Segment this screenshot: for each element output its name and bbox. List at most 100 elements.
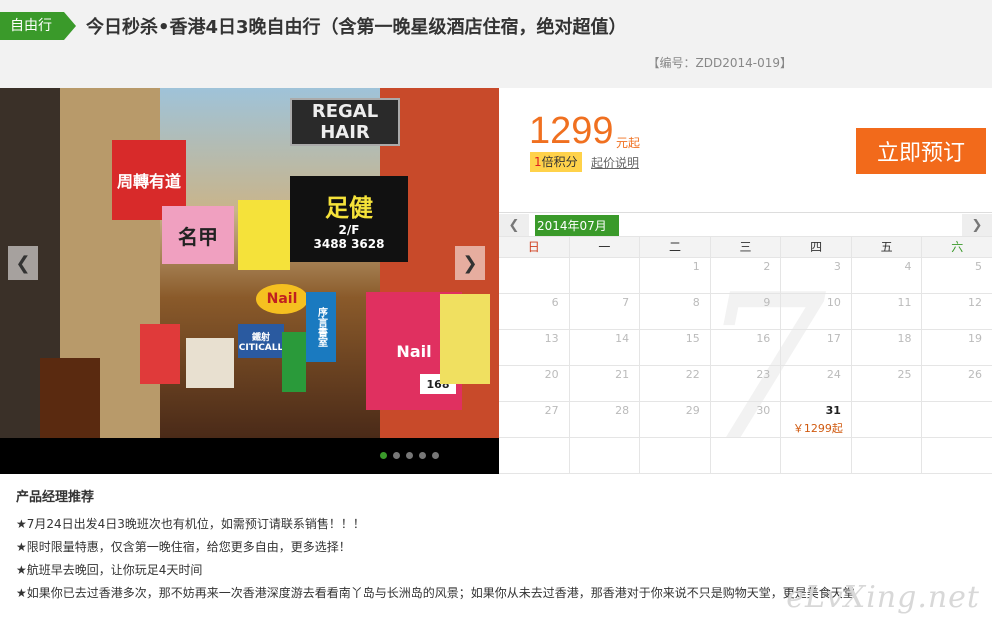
gallery-next-button[interactable]: ❯	[455, 246, 485, 280]
site-watermark: eLvXing.net	[786, 580, 980, 615]
gallery-dot[interactable]	[393, 452, 400, 459]
calendar-day-cell: 16	[709, 330, 781, 365]
calendar-day-number: 22	[685, 368, 700, 381]
calendar-day-number: 12	[968, 296, 983, 309]
price-panel: 1299 元起 1倍积分 起价说明 立即预订	[499, 88, 992, 212]
recommendation-title: 产品经理推荐	[16, 490, 95, 505]
price-note-link[interactable]: 起价说明	[591, 154, 639, 171]
calendar-day-cell: 12	[921, 294, 992, 329]
calendar-day-cell	[921, 402, 992, 437]
calendar-day-cell: 2	[709, 258, 781, 293]
calendar-day-cell: 27	[499, 402, 569, 437]
calendar-day-cell: 9	[709, 294, 781, 329]
calendar-week-row	[499, 438, 992, 474]
calendar-day-number: 20	[544, 368, 559, 381]
calendar-day-number: 18	[897, 332, 912, 345]
calendar-day-number: 7	[622, 296, 630, 309]
calendar-day-number: 11	[897, 296, 912, 309]
calendar-day-number: 14	[615, 332, 630, 345]
calendar-day-number: 30	[756, 404, 771, 417]
calendar-grid: 日一二三四五六 1 2 3 4 5 6 7 8 9 10 11 12 13 14 15 16 17 18 19 20 2…	[499, 236, 992, 474]
calendar-day-cell	[709, 438, 781, 473]
departure-calendar: 7 ❮ 2014年07月 ❯ 日一二三四五六 1 2 3 4 5 6 7 8 9 10 11 12 13…	[499, 212, 992, 485]
calendar-day-cell: 28	[568, 402, 640, 437]
weekday-label: 二	[639, 237, 710, 257]
calendar-day-cell	[568, 258, 640, 293]
sign-citicall: 鐵射 CITICALL	[238, 324, 284, 358]
calendar-day-cell: 25	[850, 366, 922, 401]
photo-gallery: REGAL HAIR 足健 2/F 3488 3628 Nail 周轉有道 名甲…	[0, 88, 499, 474]
points-badge: 1倍积分	[530, 152, 582, 172]
calendar-day-cell	[639, 438, 710, 473]
calendar-day-number: 25	[897, 368, 912, 381]
calendar-day-number: 23	[756, 368, 771, 381]
calendar-prev-icon[interactable]: ❮	[499, 214, 529, 236]
calendar-day-cell: 7	[568, 294, 640, 329]
points-label: 倍积分	[541, 155, 578, 169]
calendar-day-number: 21	[615, 368, 630, 381]
calendar-day-number: 6	[551, 296, 559, 309]
calendar-day-cell: 3	[780, 258, 851, 293]
points-multiplier: 1	[534, 155, 542, 169]
weekday-label: 三	[709, 237, 781, 257]
calendar-next-icon[interactable]: ❯	[962, 214, 992, 236]
calendar-day-number: 4	[904, 260, 912, 273]
product-code: 【编号：ZDD2014-019】	[647, 56, 792, 70]
calendar-day-number: 27	[544, 404, 559, 417]
calendar-day-number: 13	[544, 332, 559, 345]
sign-foot-text: 足健	[325, 193, 373, 222]
calendar-day-cell: 14	[568, 330, 640, 365]
calendar-day-number: 10	[826, 296, 841, 309]
recommendation-item: ★航班早去晚回，让你玩足4天时间	[16, 563, 203, 577]
sign-citicall-en: CITICALL	[238, 342, 284, 353]
calendar-day-number: 29	[685, 404, 700, 417]
gallery-dot[interactable]	[432, 452, 439, 459]
calendar-day-cell: 10	[780, 294, 851, 329]
calendar-day-number: 28	[615, 404, 630, 417]
weekday-label: 五	[850, 237, 922, 257]
calendar-day-cell: 11	[850, 294, 922, 329]
price-unit: 元起	[616, 136, 641, 150]
gallery-prev-button[interactable]: ❮	[8, 246, 38, 280]
calendar-day-number: 9	[763, 296, 771, 309]
calendar-day-cell[interactable]: 31 ￥1299起	[780, 402, 851, 437]
calendar-day-cell: 1	[639, 258, 710, 293]
calendar-day-cell: 6	[499, 294, 569, 329]
sign-nail-pink-name: 名甲	[162, 206, 234, 264]
calendar-day-number: 3	[833, 260, 841, 273]
sign-yellow-block	[238, 200, 290, 270]
hong-kong-street-photo: REGAL HAIR 足健 2/F 3488 3628 Nail 周轉有道 名甲…	[0, 88, 499, 438]
weekday-label: 六	[921, 237, 992, 257]
calendar-nav: ❮ 2014年07月 ❯	[499, 212, 992, 237]
calendar-day-cell: 30	[709, 402, 781, 437]
calendar-day-cell	[499, 438, 569, 473]
calendar-week-row: 20 21 22 23 24 25 26	[499, 366, 992, 402]
calendar-week-row: 1 2 3 4 5	[499, 258, 992, 294]
sign-citicall-cn: 鐵射	[251, 332, 270, 343]
gallery-dot[interactable]	[406, 452, 413, 459]
calendar-day-cell	[850, 438, 922, 473]
sign-bookstore: 序言書室	[306, 292, 336, 362]
calendar-day-cell	[499, 258, 569, 293]
calendar-day-number: 19	[968, 332, 983, 345]
calendar-day-cell	[780, 438, 851, 473]
gallery-dots	[380, 452, 439, 459]
gallery-dot[interactable]	[380, 452, 387, 459]
gallery-dot[interactable]	[419, 452, 426, 459]
calendar-day-price: ￥1299起	[792, 422, 843, 435]
calendar-day-cell: 20	[499, 366, 569, 401]
calendar-day-cell: 17	[780, 330, 851, 365]
weekday-label: 四	[780, 237, 851, 257]
product-title: 今日秒杀•香港4日3晚自由行（含第一晚星级酒店住宿，绝对超值）	[86, 17, 627, 38]
product-page: 自由行 今日秒杀•香港4日3晚自由行（含第一晚星级酒店住宿，绝对超值） 【编号：…	[0, 0, 992, 634]
calendar-day-number: 24	[826, 368, 841, 381]
calendar-day-cell: 8	[639, 294, 710, 329]
weekday-label: 一	[568, 237, 640, 257]
calendar-day-cell	[921, 438, 992, 473]
calendar-week-row: 13 14 15 16 17 18 19	[499, 330, 992, 366]
book-now-button[interactable]: 立即预订	[856, 128, 986, 174]
calendar-day-cell: 24	[780, 366, 851, 401]
calendar-week-row: 27 28 29 30 31 ￥1299起	[499, 402, 992, 438]
sign-nail-1: Nail	[256, 284, 308, 314]
calendar-day-number: 16	[756, 332, 771, 345]
